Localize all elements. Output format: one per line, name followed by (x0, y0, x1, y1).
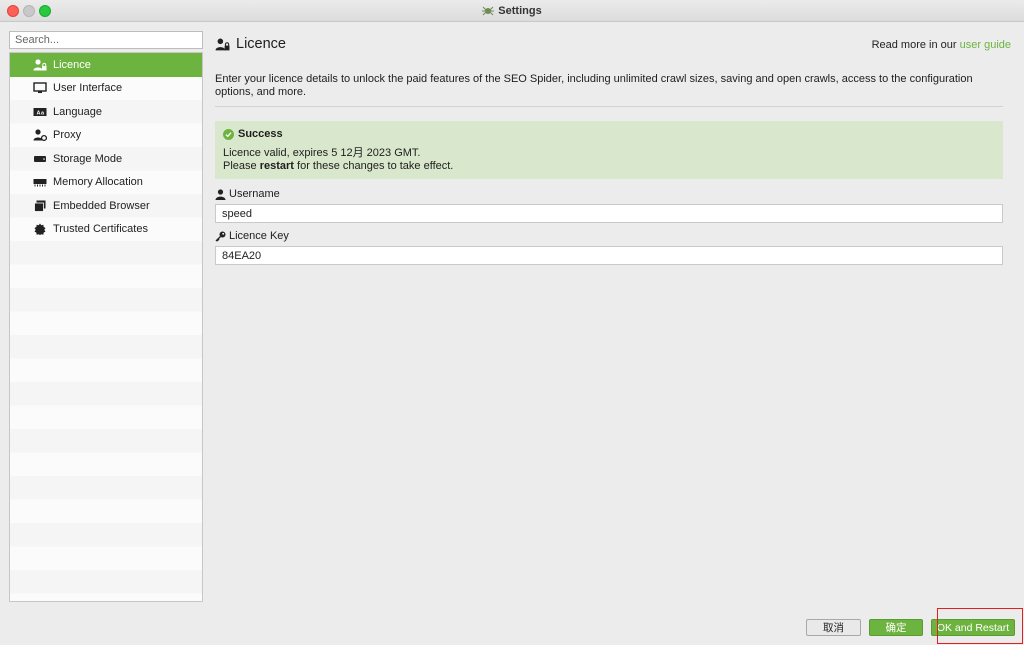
sidebar-item-storage-mode[interactable]: Storage Mode (10, 147, 202, 171)
monitor-icon (33, 82, 47, 94)
user-lock-icon (215, 38, 230, 51)
read-more-text: Read more in our user guide (872, 39, 1011, 51)
sidebar-item-label: Language (53, 105, 102, 118)
sidebar-item-label: Storage Mode (53, 152, 123, 165)
user-gear-icon (33, 129, 47, 142)
read-more-prefix: Read more in our (871, 39, 957, 51)
success-heading: Success (238, 128, 283, 140)
ok-and-restart-button[interactable]: OK and Restart (931, 619, 1015, 636)
sidebar-item-licence[interactable]: Licence (10, 53, 202, 77)
window-title-wrap: Settings (0, 0, 1024, 22)
sidebar-item-language[interactable]: Aa Language (10, 100, 202, 124)
user-icon (215, 188, 226, 200)
sidebar-item-label: Licence (53, 58, 91, 71)
sidebar-item-label: User Interface (53, 82, 123, 95)
key-icon (215, 231, 226, 241)
header-row: Licence Read more in our user guide (215, 30, 1011, 58)
success-line-2-post: for these changes to take effect. (297, 159, 454, 172)
svg-text:A: A (37, 110, 41, 116)
licence-key-field[interactable] (215, 246, 1003, 265)
licence-key-label-row: Licence Key (215, 230, 289, 242)
sidebar-item-label: Memory Allocation (53, 176, 143, 189)
certificate-icon (33, 223, 47, 236)
licence-key-label: Licence Key (229, 230, 289, 242)
sidebar: Licence User Interface Aa Language Proxy… (9, 52, 203, 602)
user-lock-icon (33, 59, 47, 71)
username-label: Username (229, 188, 280, 200)
window-title: Settings (498, 5, 542, 17)
sidebar-item-memory-allocation[interactable]: Memory Allocation (10, 171, 202, 195)
memory-icon (33, 176, 47, 188)
sidebar-item-label: Proxy (53, 129, 82, 142)
licence-description: Enter your licence details to unlock the… (215, 73, 973, 98)
success-heading-row: Success (223, 128, 995, 140)
restart-emphasis: restart (259, 159, 294, 172)
username-field[interactable] (215, 204, 1003, 223)
ok-button[interactable]: 确定 (869, 619, 923, 636)
username-label-row: Username (215, 188, 280, 200)
check-circle-icon (223, 128, 234, 140)
main-panel: Licence Read more in our user guide Ente… (215, 30, 1011, 265)
success-line-2-pre: Please (223, 159, 257, 172)
spider-icon (482, 6, 495, 16)
storage-icon (33, 153, 47, 165)
sidebar-item-proxy[interactable]: Proxy (10, 124, 202, 148)
sidebar-item-embedded-browser[interactable]: Embedded Browser (10, 194, 202, 218)
page-title: Licence (236, 36, 286, 52)
success-message: Licence valid, expires 5 12月 2023 GMT. P… (223, 147, 995, 172)
title-bar: Settings (0, 0, 1024, 22)
search-input[interactable] (9, 31, 203, 49)
user-guide-link[interactable]: user guide (960, 39, 1011, 51)
success-line-2: Please restart for these changes to take… (223, 160, 995, 173)
language-icon: Aa (33, 106, 47, 118)
sidebar-item-label: Trusted Certificates (53, 223, 148, 236)
success-line-1: Licence valid, expires 5 12月 2023 GMT. (223, 147, 421, 159)
sidebar-item-user-interface[interactable]: User Interface (10, 77, 202, 101)
sidebar-item-label: Embedded Browser (53, 199, 150, 212)
browser-window-icon (33, 200, 47, 212)
divider (215, 106, 1003, 107)
sidebar-item-trusted-certificates[interactable]: Trusted Certificates (10, 218, 202, 242)
cancel-button[interactable]: 取消 (806, 619, 861, 636)
success-banner: Success Licence valid, expires 5 12月 202… (215, 121, 1003, 179)
